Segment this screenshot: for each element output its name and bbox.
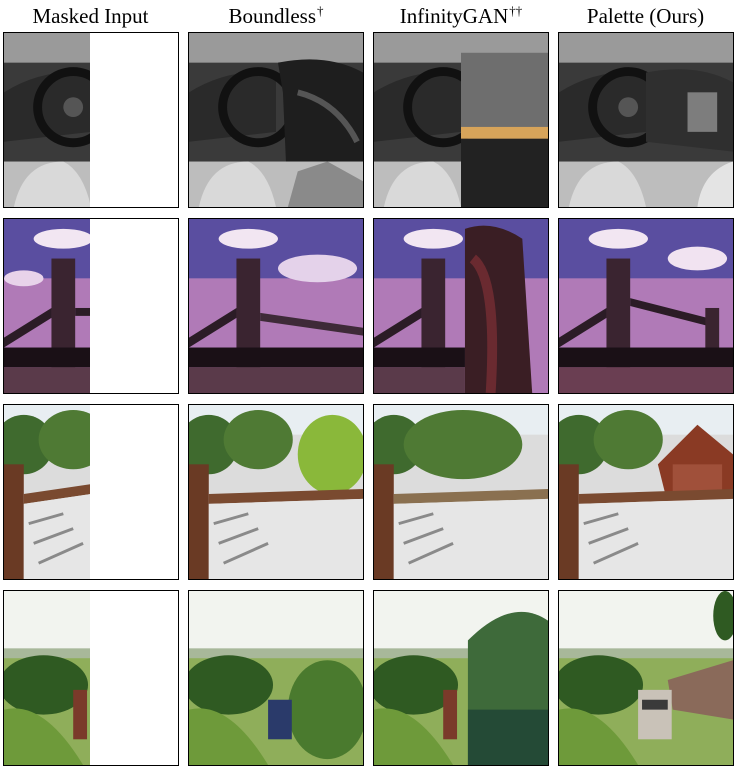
header-label: Masked Input: [32, 4, 149, 28]
image-car-interior-boundless: [188, 32, 364, 208]
column-header-boundless: Boundless†: [188, 2, 364, 30]
outpaint-mask-region: [90, 591, 178, 765]
outpaint-mask-region: [90, 405, 178, 579]
image-train-landscape-boundless: [188, 590, 364, 766]
image-car-interior-infinitygan: [373, 32, 549, 208]
image-tower-bridge-masked-input: [3, 218, 179, 394]
header-label: Palette (Ours): [586, 4, 705, 28]
image-bridge-path-palette: [558, 404, 734, 580]
outpaint-mask-region: [90, 33, 178, 207]
image-car-interior-palette: [558, 32, 734, 208]
image-tower-bridge-infinitygan: [373, 218, 549, 394]
image-train-landscape-palette: [558, 590, 734, 766]
header-mark: †: [317, 3, 324, 18]
header-label: Boundless: [228, 4, 316, 28]
image-tower-bridge-boundless: [188, 218, 364, 394]
image-bridge-path-infinitygan: [373, 404, 549, 580]
image-bridge-path-masked-input: [3, 404, 179, 580]
outpaint-mask-region: [90, 219, 178, 393]
image-car-interior-masked-input: [3, 32, 179, 208]
image-train-landscape-masked-input: [3, 590, 179, 766]
column-header-masked-input: Masked Input: [2, 2, 180, 30]
image-bridge-path-boundless: [188, 404, 364, 580]
header-mark: ††: [509, 3, 523, 18]
image-tower-bridge-palette: [558, 218, 734, 394]
column-header-palette: Palette (Ours): [557, 2, 735, 30]
image-train-landscape-infinitygan: [373, 590, 549, 766]
header-label: InfinityGAN: [399, 4, 509, 28]
column-header-infinitygan: InfinityGAN††: [372, 2, 550, 30]
